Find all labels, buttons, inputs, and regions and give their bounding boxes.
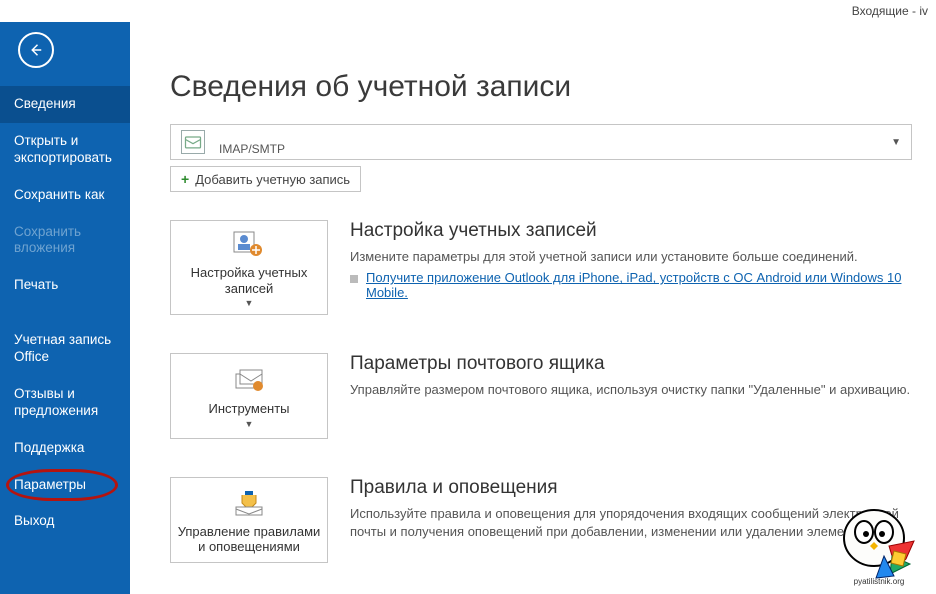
- backstage-sidebar: Сведения Открыть и экспортировать Сохран…: [0, 22, 130, 594]
- watermark-mascot: pyatilistnik.org: [834, 496, 924, 586]
- tile-account-settings[interactable]: Настройка учетных записей ▼: [170, 220, 328, 315]
- bullet-icon: [350, 275, 358, 283]
- section-rules-alerts: Управление правилами и оповещениями Прав…: [170, 477, 912, 563]
- svg-text:pyatilistnik.org: pyatilistnik.org: [854, 577, 905, 586]
- rules-alerts-icon: [231, 488, 267, 518]
- section-desc: Управляйте размером почтового ящика, исп…: [350, 381, 912, 399]
- sidebar-item-info[interactable]: Сведения: [0, 86, 130, 123]
- tools-icon: [231, 365, 267, 395]
- mailbox-icon: [181, 130, 205, 154]
- section-heading: Параметры почтового ящика: [350, 353, 912, 375]
- page-title: Сведения об учетной записи: [170, 70, 912, 104]
- arrow-left-icon: [27, 41, 45, 59]
- section-heading: Правила и оповещения: [350, 477, 912, 499]
- account-selector[interactable]: IMAP/SMTP ▼: [170, 124, 912, 160]
- chevron-down-icon: ▼: [245, 298, 254, 308]
- account-protocol: IMAP/SMTP: [219, 142, 285, 156]
- chevron-down-icon: ▼: [891, 137, 901, 148]
- add-account-button[interactable]: + Добавить учетную запись: [170, 166, 361, 192]
- sidebar-item-options[interactable]: Параметры: [0, 467, 130, 504]
- account-settings-icon: [231, 229, 267, 259]
- sidebar-item-save-attachments: Сохранить вложения: [0, 214, 130, 268]
- section-desc: Используйте правила и оповещения для упо…: [350, 505, 912, 541]
- chevron-down-icon: ▼: [245, 419, 254, 429]
- plus-icon: +: [181, 171, 189, 187]
- sidebar-item-feedback[interactable]: Отзывы и предложения: [0, 376, 130, 430]
- sidebar-item-office-account[interactable]: Учетная запись Office: [0, 322, 130, 376]
- add-account-label: Добавить учетную запись: [195, 172, 350, 187]
- back-button[interactable]: [18, 32, 54, 68]
- sidebar-item-open-export[interactable]: Открыть и экспортировать: [0, 123, 130, 177]
- sidebar-item-print[interactable]: Печать: [0, 267, 130, 304]
- section-desc: Измените параметры для этой учетной запи…: [350, 248, 912, 266]
- window-title: Входящие - iv: [852, 4, 928, 18]
- tile-tools[interactable]: Инструменты ▼: [170, 353, 328, 439]
- sidebar-item-save-as[interactable]: Сохранить как: [0, 177, 130, 214]
- window-titlebar: Входящие - iv: [0, 0, 936, 22]
- backstage-content: Сведения об учетной записи IMAP/SMTP ▼ +…: [130, 22, 936, 594]
- section-heading: Настройка учетных записей: [350, 220, 912, 242]
- sidebar-item-support[interactable]: Поддержка: [0, 430, 130, 467]
- section-account-settings: Настройка учетных записей ▼ Настройка уч…: [170, 220, 912, 315]
- section-mailbox-settings: Инструменты ▼ Параметры почтового ящика …: [170, 353, 912, 439]
- outlook-app-link[interactable]: Получите приложение Outlook для iPhone, …: [366, 270, 912, 300]
- sidebar-item-exit[interactable]: Выход: [0, 503, 130, 540]
- tile-rules-alerts[interactable]: Управление правилами и оповещениями: [170, 477, 328, 563]
